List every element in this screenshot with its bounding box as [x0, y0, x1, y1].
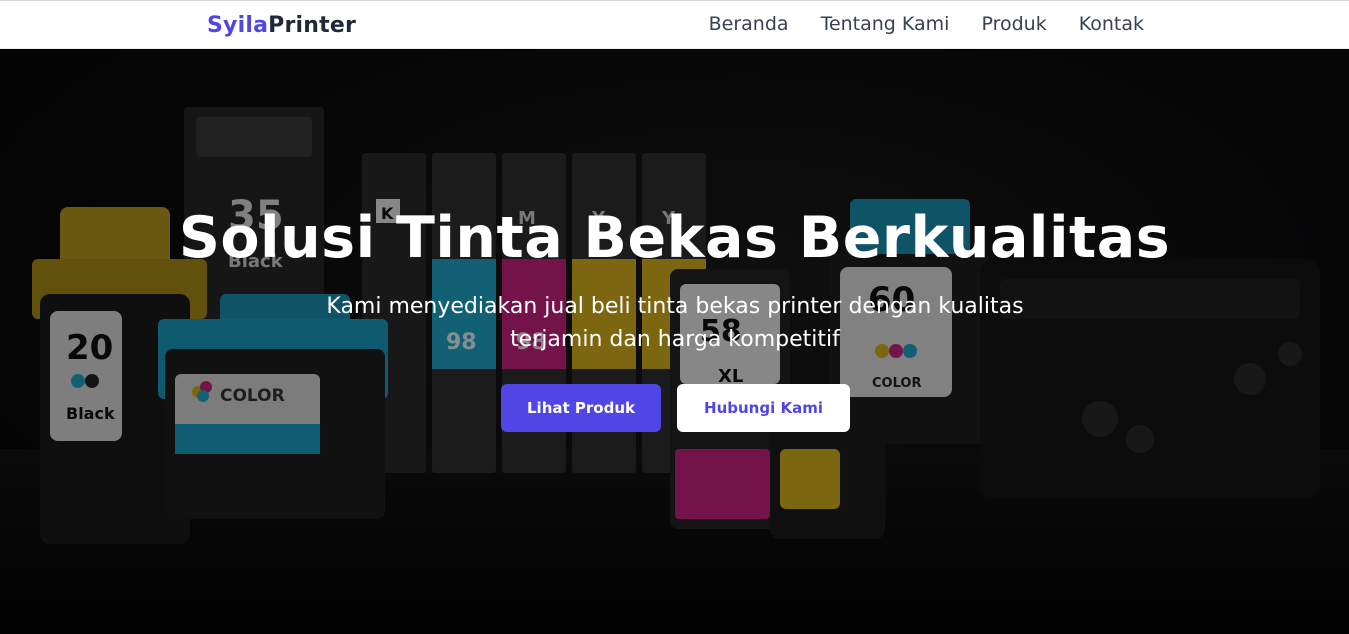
nav-link-produk[interactable]: Produk [981, 13, 1046, 35]
contact-us-button[interactable]: Hubungi Kami [677, 384, 850, 432]
hero-subtitle: Kami menyediakan jual beli tinta bekas p… [326, 294, 1024, 352]
hero-content: Solusi Tinta Bekas Berkualitas Kami meny… [0, 49, 1349, 634]
brand-logo[interactable]: SyilaPrinter [207, 13, 356, 38]
view-products-button[interactable]: Lihat Produk [501, 384, 661, 432]
hero-title: Solusi Tinta Bekas Berkualitas [178, 205, 1171, 271]
nav-links: Beranda Tentang Kami Produk Kontak [709, 13, 1144, 35]
nav-link-tentang-kami[interactable]: Tentang Kami [821, 13, 950, 35]
hero-section: 35 Black K 98 M 98 Y Y 20 Black COLOR 58… [0, 49, 1349, 634]
brand-logo-part-printer: Printer [268, 13, 356, 38]
navbar: SyilaPrinter Beranda Tentang Kami Produk… [0, 0, 1349, 49]
nav-link-kontak[interactable]: Kontak [1079, 13, 1144, 35]
brand-logo-part-syila: Syila [207, 13, 269, 38]
nav-link-beranda[interactable]: Beranda [709, 13, 789, 35]
